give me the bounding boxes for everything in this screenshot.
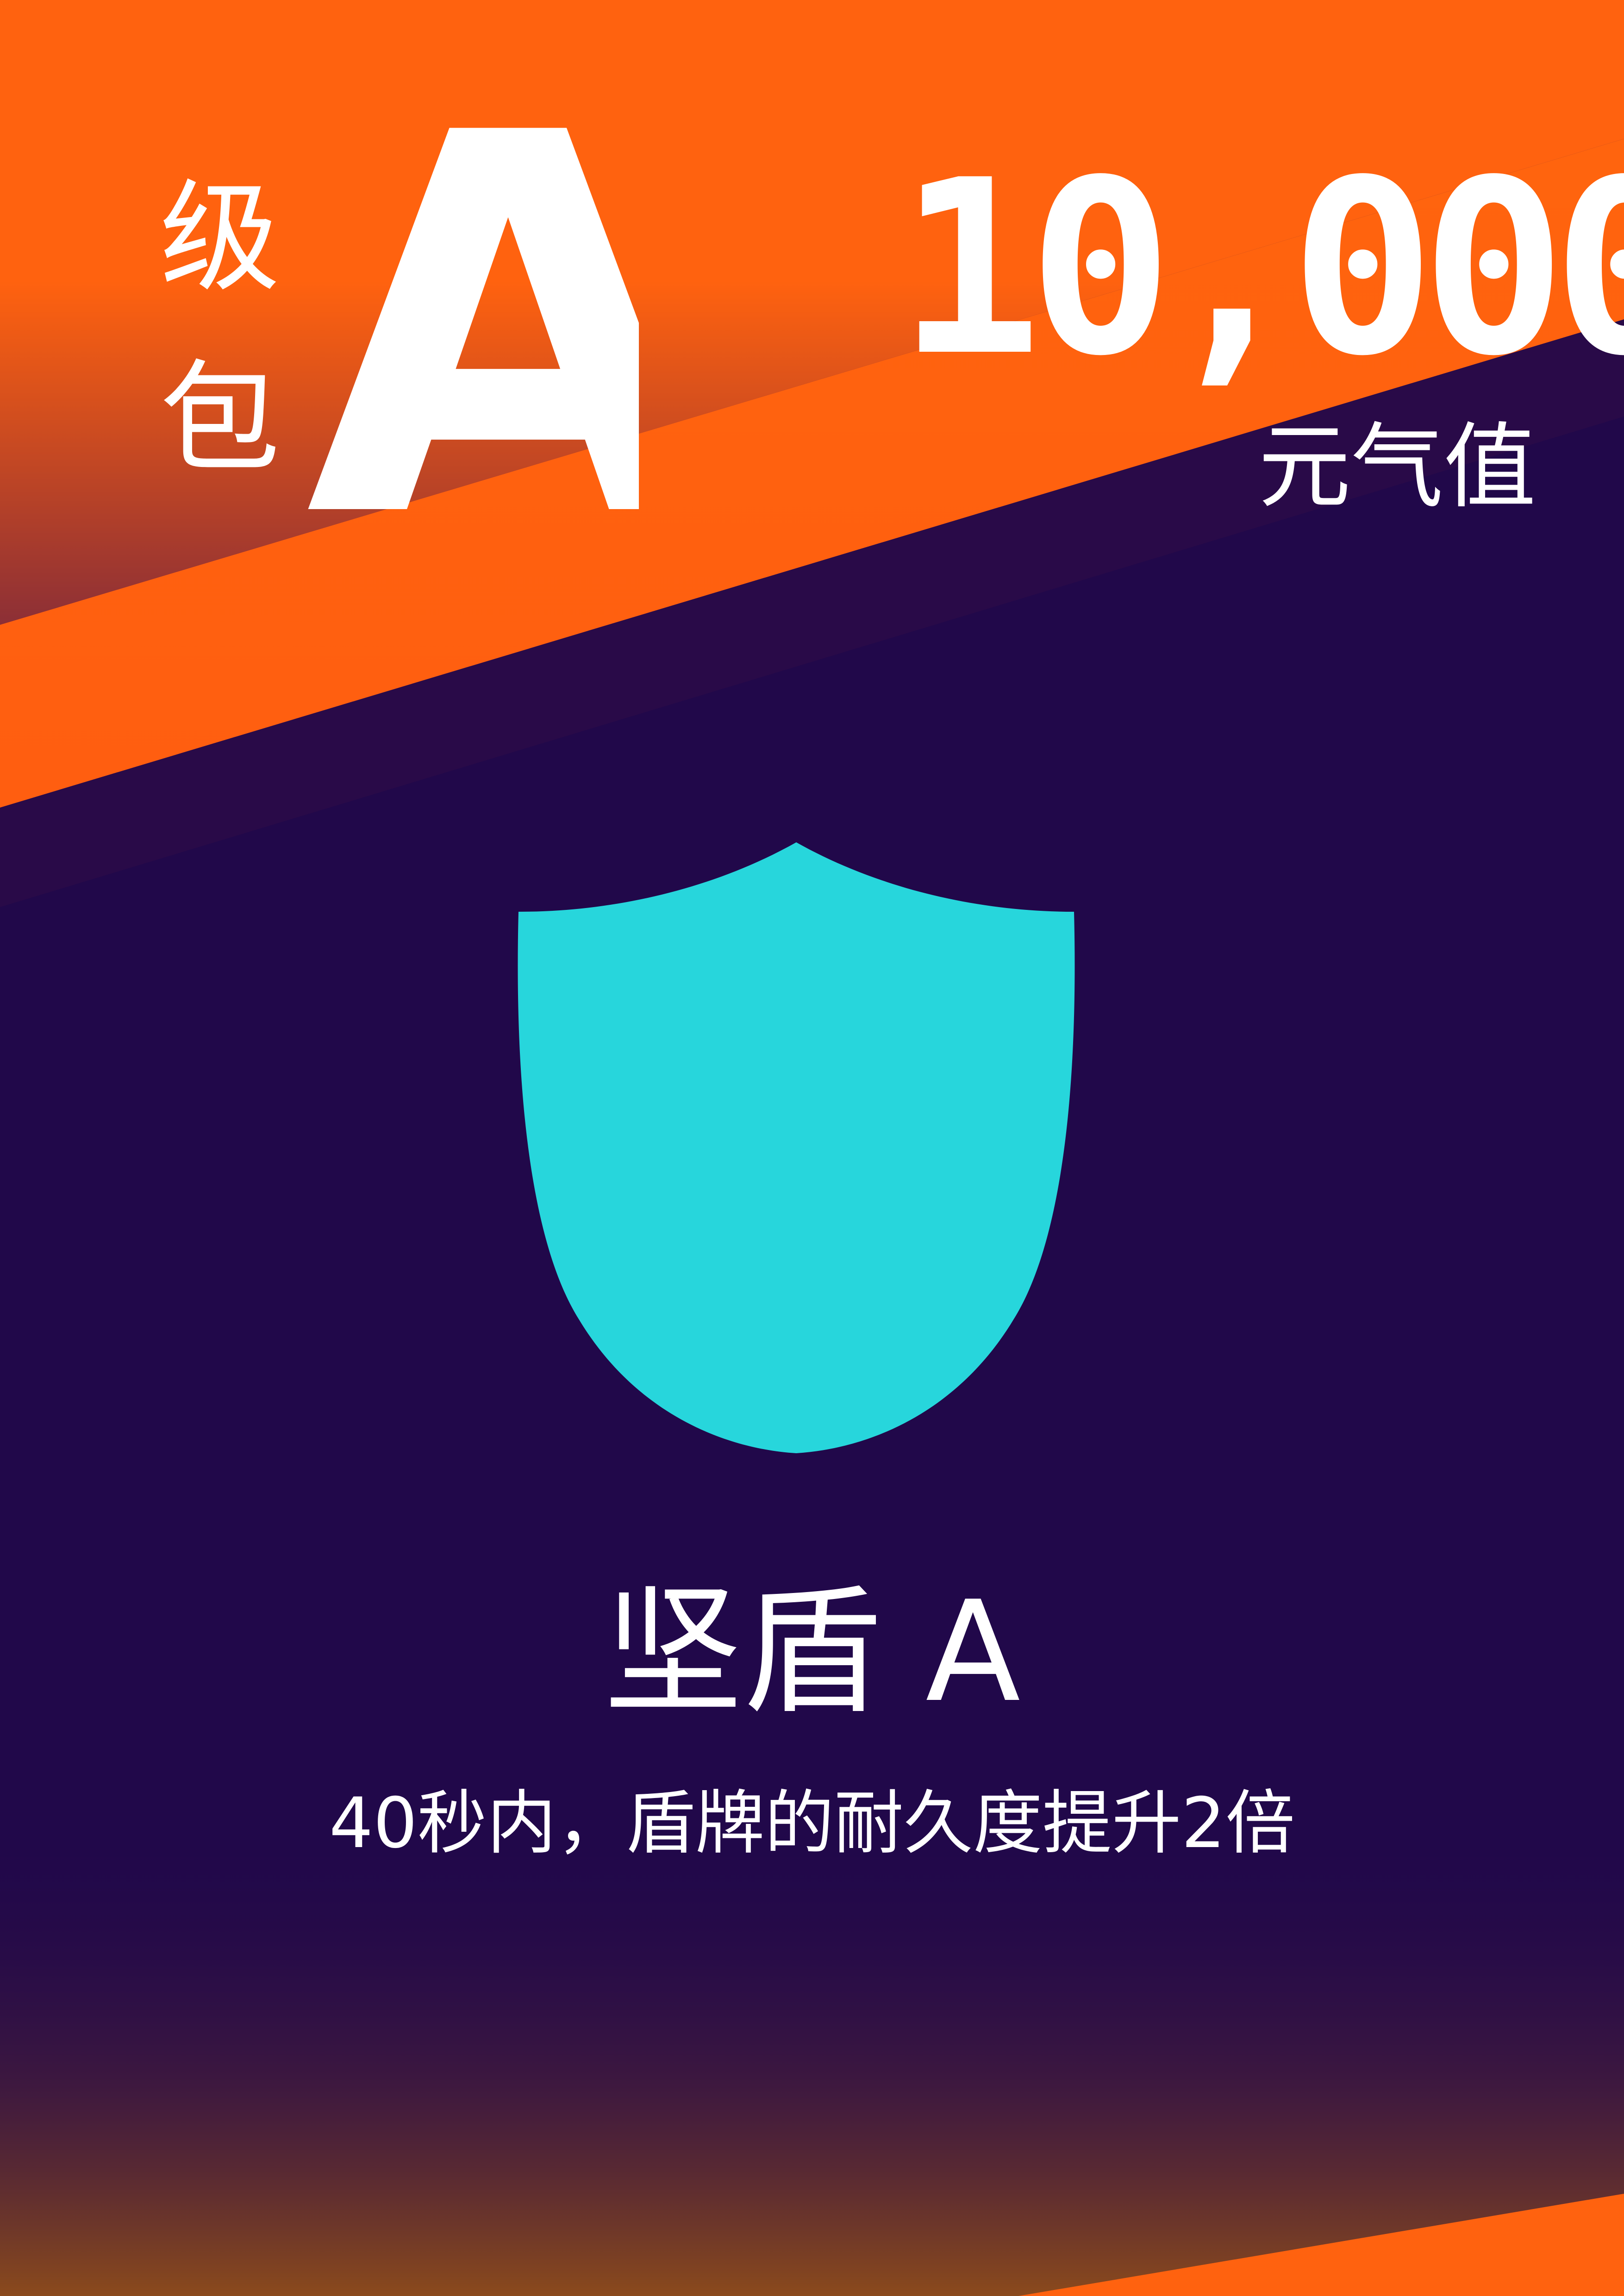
upgrade-pack-card: 级 包 A 10,000 元气值 坚盾 A 40秒内，盾牌的耐久度提升2倍: [0, 0, 1624, 2296]
item-description: 40秒内，盾牌的耐久度提升2倍: [329, 1783, 1295, 1864]
shield-shape: [518, 842, 1075, 1453]
pack-label: 级 包: [153, 148, 287, 509]
shield-icon: [518, 842, 1075, 1453]
bottom-glow: [0, 1828, 1624, 2296]
grade-letter: A: [306, 116, 639, 541]
value-amount: 10,000: [897, 128, 1624, 409]
value-unit: 元气值: [1258, 413, 1536, 521]
pack-label-char-1: 级: [160, 168, 280, 308]
pack-label-char-2: 包: [160, 349, 280, 489]
item-name: 坚盾 A: [603, 1571, 1021, 1733]
